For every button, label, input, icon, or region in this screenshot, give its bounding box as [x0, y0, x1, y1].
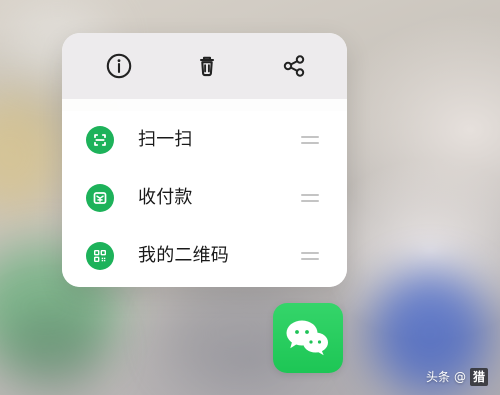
info-button[interactable] [104, 51, 134, 81]
shortcut-item-scan[interactable]: 扫一扫 [62, 111, 347, 169]
shortcut-label-scan: 扫一扫 [138, 129, 193, 150]
share-button[interactable] [279, 51, 309, 81]
trash-icon [199, 56, 214, 77]
delete-button[interactable] [192, 51, 222, 81]
menu-top-actions [62, 33, 347, 99]
blur-patch [0, 95, 65, 215]
shortcut-item-qr-code[interactable]: 我的二维码 [62, 227, 347, 285]
app-shortcut-menu: 扫一扫 收付款 我的二维码 [62, 33, 347, 287]
shortcut-label-payment: 收付款 [138, 187, 193, 208]
shortcut-item-payment[interactable]: 收付款 [62, 169, 347, 227]
scan-icon [86, 126, 114, 154]
share-icon [283, 55, 305, 77]
info-icon [106, 53, 132, 79]
watermark-prefix: 头条 [425, 370, 450, 384]
drag-handle-scan[interactable] [301, 135, 319, 145]
watermark-box: 猎 [469, 368, 488, 386]
watermark-suffix: @ [453, 370, 466, 384]
shortcut-list: 扫一扫 收付款 我的二维码 [62, 111, 347, 287]
qr-code-icon [86, 242, 114, 270]
payment-icon [86, 184, 114, 212]
shortcut-label-qr-code: 我的二维码 [138, 245, 229, 266]
wechat-chat-bubbles-icon [286, 320, 328, 356]
watermark: 头条 @ 猎 [426, 368, 488, 386]
wechat-app-icon[interactable] [273, 303, 343, 373]
blur-patch [0, 308, 105, 393]
drag-handle-payment[interactable] [301, 193, 319, 203]
drag-handle-qr-code[interactable] [301, 251, 319, 261]
